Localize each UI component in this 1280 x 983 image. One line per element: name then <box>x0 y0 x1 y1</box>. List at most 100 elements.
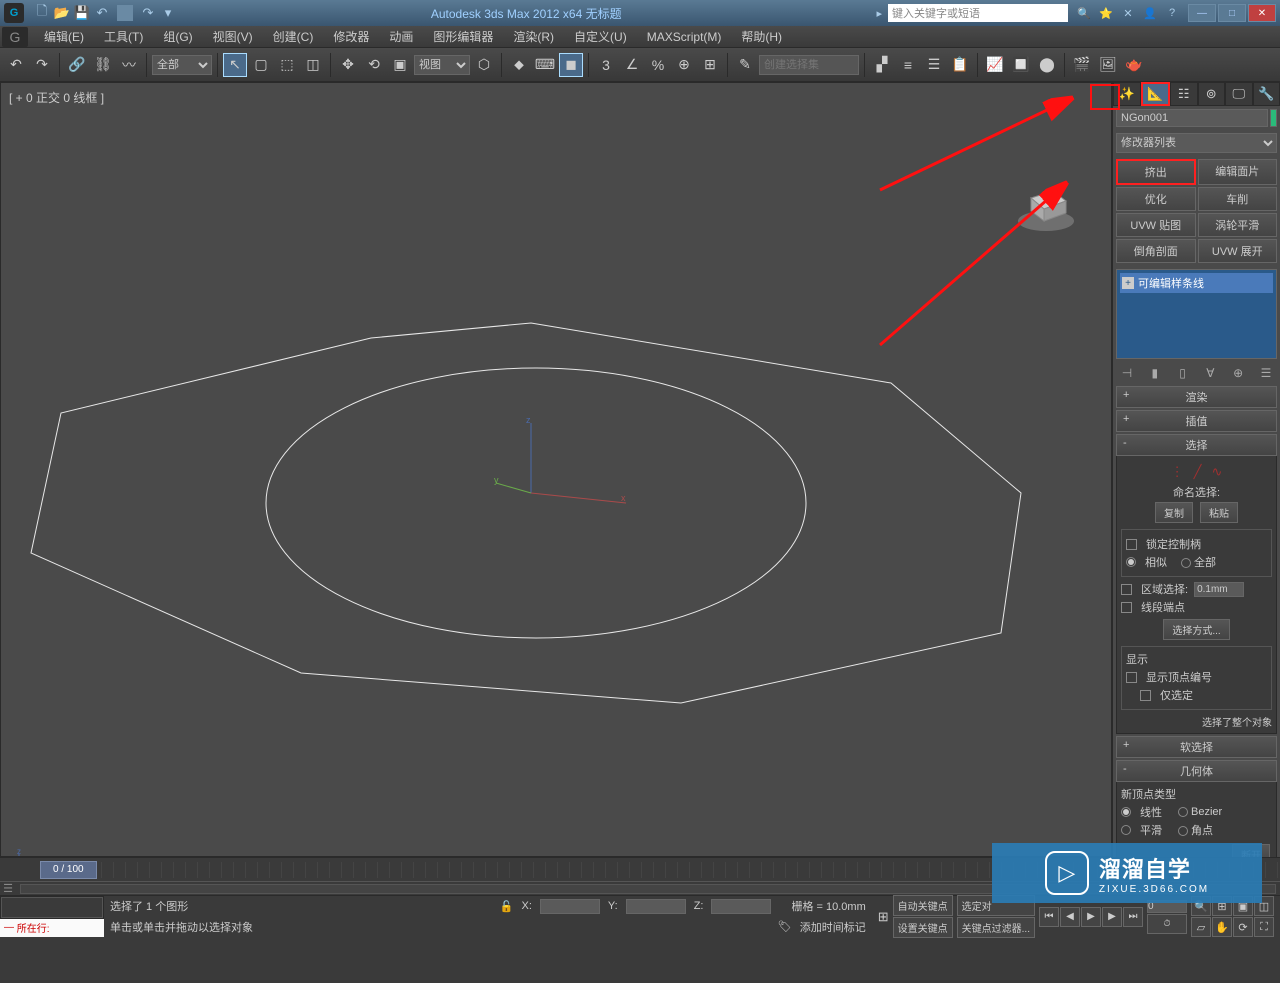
menu-graph-editors[interactable]: 图形编辑器 <box>423 28 503 45</box>
show-end-result-icon[interactable]: ▮ <box>1147 365 1163 381</box>
new-icon[interactable]: 🗋 <box>34 5 50 21</box>
select-name-button[interactable]: ▢ <box>249 53 273 77</box>
render-frame-button[interactable]: 🖼 <box>1096 53 1120 77</box>
zoom-extents-button[interactable]: ▣ <box>1233 896 1253 916</box>
schematic-button[interactable]: 🔲 <box>1009 53 1033 77</box>
object-color-swatch[interactable] <box>1270 109 1277 127</box>
select-button[interactable]: ↖ <box>223 53 247 77</box>
app-logo[interactable]: G <box>4 3 24 23</box>
timeline[interactable]: 0 / 100 <box>0 857 1280 881</box>
corner-radio[interactable] <box>1178 826 1188 836</box>
rotate-button[interactable]: ⟲ <box>362 53 386 77</box>
undo-button[interactable]: ↶ <box>4 53 28 77</box>
viewport[interactable]: [ + 0 正交 0 线框 ] z x y <box>0 82 1112 857</box>
mod-bevel-profile-button[interactable]: 倒角剖面 <box>1116 239 1196 263</box>
remove-modifier-icon[interactable]: ∀ <box>1202 365 1218 381</box>
key-filters-button[interactable]: 关键点过滤器... <box>957 917 1035 938</box>
menu-group[interactable]: 组(G) <box>153 28 202 45</box>
menu-customize[interactable]: 自定义(U) <box>564 28 637 45</box>
named-sel-edit-button[interactable]: ✎ <box>733 53 757 77</box>
menu-animation[interactable]: 动画 <box>379 28 423 45</box>
manipulate-button[interactable]: ⬥ <box>507 53 531 77</box>
app-menu-icon[interactable]: G <box>2 27 28 47</box>
goto-end-button[interactable]: ⏭ <box>1123 907 1143 927</box>
pin-stack-icon[interactable]: ⊣ <box>1119 365 1135 381</box>
snap-3d-button[interactable]: 3 <box>594 53 618 77</box>
favorite-icon[interactable]: ✕ <box>1120 5 1136 21</box>
dropdown-icon[interactable]: ▾ <box>160 5 176 21</box>
configure-icon[interactable]: ⊕ <box>1230 365 1246 381</box>
search-input[interactable]: 键入关键字或短语 <box>888 4 1068 22</box>
segment-end-checkbox[interactable] <box>1121 602 1132 613</box>
pivot-button[interactable]: ⬡ <box>472 53 496 77</box>
binoculars-icon[interactable]: 🔍 <box>1076 5 1092 21</box>
mod-lathe-button[interactable]: 车削 <box>1198 187 1278 211</box>
curve-editor-button[interactable]: 📈 <box>983 53 1007 77</box>
keyboard-button[interactable]: ⌨ <box>533 53 557 77</box>
save-icon[interactable]: 💾 <box>74 5 90 21</box>
lock-icon[interactable]: 🔓 <box>500 900 514 913</box>
menu-views[interactable]: 视图(V) <box>203 28 263 45</box>
copy-button[interactable]: 复制 <box>1155 502 1193 523</box>
bezier-radio[interactable] <box>1178 807 1188 817</box>
mod-unwrap-uvw-button[interactable]: UVW 展开 <box>1198 239 1278 263</box>
vertex-subobj-icon[interactable]: ⋮ <box>1171 464 1184 480</box>
orbit-button[interactable]: ⟳ <box>1233 917 1253 937</box>
undo-icon[interactable]: ↶ <box>94 5 110 21</box>
layer-mgr-button[interactable]: 📋 <box>948 53 972 77</box>
play-button[interactable]: ▶ <box>1081 907 1101 927</box>
track-view-icon[interactable]: ☰ <box>0 882 16 895</box>
open-icon[interactable]: 📂 <box>54 5 70 21</box>
spinner-snap-button[interactable]: ⊕ <box>672 53 696 77</box>
menu-rendering[interactable]: 渲染(R) <box>503 28 564 45</box>
tab-hierarchy[interactable]: ☷ <box>1170 82 1198 106</box>
key-mode-dropdown[interactable]: 选定对 <box>957 895 1035 916</box>
show-vert-num-checkbox[interactable] <box>1126 672 1137 683</box>
y-coord-input[interactable] <box>626 899 686 914</box>
selection-filter[interactable]: 全部 <box>152 55 212 75</box>
mod-edit-patch-button[interactable]: 编辑面片 <box>1198 159 1278 185</box>
frame-indicator[interactable]: 0 / 100 <box>40 861 97 879</box>
menu-tools[interactable]: 工具(T) <box>94 28 153 45</box>
menu-maxscript[interactable]: MAXScript(M) <box>637 30 732 44</box>
all-radio[interactable] <box>1181 558 1191 568</box>
zoom-button[interactable]: 🔍 <box>1191 896 1211 916</box>
align-button[interactable]: ≡ <box>896 53 920 77</box>
material-editor-button[interactable]: ⬤ <box>1035 53 1059 77</box>
render-button[interactable]: 🫖 <box>1122 53 1146 77</box>
time-slider[interactable] <box>101 862 1280 878</box>
close-button[interactable]: ✕ <box>1248 4 1276 22</box>
redo-button[interactable]: ↷ <box>30 53 54 77</box>
window-crossing-button[interactable]: ◫ <box>301 53 325 77</box>
tab-utilities[interactable]: 🔧 <box>1253 82 1280 106</box>
stack-item-spline[interactable]: + 可编辑样条线 <box>1120 273 1273 293</box>
named-sel-input[interactable] <box>759 55 859 75</box>
auto-key-button[interactable]: 自动关键点 <box>893 895 953 916</box>
time-config-button[interactable]: ⏱ <box>1147 914 1187 934</box>
modifier-stack[interactable]: + 可编辑样条线 <box>1116 269 1277 359</box>
linear-radio[interactable] <box>1121 807 1131 817</box>
object-name-input[interactable] <box>1116 109 1268 127</box>
smooth-radio[interactable] <box>1121 825 1131 835</box>
zoom-all-button[interactable]: ⊞ <box>1212 896 1232 916</box>
expand-icon[interactable]: + <box>1122 277 1134 289</box>
maxscript-mini-listener[interactable] <box>1 897 103 918</box>
only-sel-checkbox[interactable] <box>1140 690 1151 701</box>
menu-create[interactable]: 创建(C) <box>263 28 324 45</box>
angle-snap-button[interactable]: ∠ <box>620 53 644 77</box>
menu-help[interactable]: 帮助(H) <box>731 28 792 45</box>
area-value-input[interactable] <box>1194 582 1244 597</box>
track-bar[interactable] <box>20 884 1276 894</box>
time-tag-icon[interactable]: 🏷 <box>778 920 792 933</box>
set-key-button[interactable]: 设置关键点 <box>893 917 953 938</box>
user-icon[interactable]: 👤 <box>1142 5 1158 21</box>
redo-icon[interactable]: ↷ <box>140 5 156 21</box>
goto-start-button[interactable]: ⏮ <box>1039 907 1059 927</box>
zoom-extents-all-button[interactable]: ◫ <box>1254 896 1274 916</box>
select-region-button[interactable]: ⬚ <box>275 53 299 77</box>
help-icon[interactable]: ⭐ <box>1098 5 1114 21</box>
snap-button[interactable]: ◼ <box>559 53 583 77</box>
mod-optimize-button[interactable]: 优化 <box>1116 187 1196 211</box>
break-button[interactable]: 断开 <box>1232 844 1270 857</box>
maximize-button[interactable]: □ <box>1218 4 1246 22</box>
